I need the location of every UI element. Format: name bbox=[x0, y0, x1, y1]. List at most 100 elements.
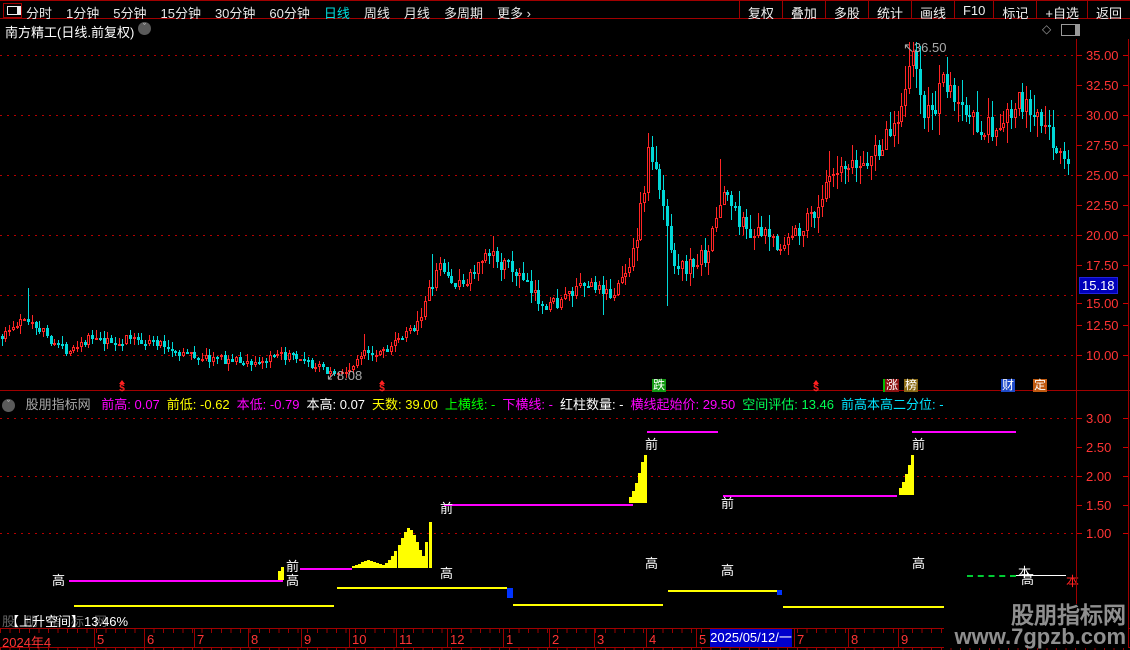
candle-up bbox=[390, 346, 393, 352]
tool-menu-item[interactable]: 叠加 bbox=[781, 1, 825, 21]
candle-down bbox=[1029, 99, 1032, 115]
candle-up bbox=[53, 343, 56, 345]
candle-down bbox=[99, 338, 102, 340]
candle-up bbox=[201, 359, 204, 361]
date-label: 9 bbox=[304, 632, 312, 647]
indicator-text-label: 前 bbox=[912, 437, 926, 452]
candle-down bbox=[776, 236, 779, 250]
signal-marker-dollar[interactable]: $ bbox=[377, 380, 387, 394]
right-axis-line bbox=[1076, 39, 1077, 648]
candle-up bbox=[560, 299, 563, 308]
yellow-histogram-bar bbox=[425, 542, 428, 568]
candle-down bbox=[242, 363, 245, 365]
candle-up bbox=[621, 277, 624, 283]
candle-down bbox=[197, 358, 200, 360]
tool-menu-item[interactable]: 画线 bbox=[910, 1, 954, 21]
candle-down bbox=[734, 206, 737, 208]
candle-up bbox=[80, 342, 83, 347]
axis-tick bbox=[1077, 418, 1082, 419]
window-icon[interactable] bbox=[3, 3, 22, 18]
price-gridline bbox=[0, 175, 1076, 176]
month-tick bbox=[696, 629, 697, 647]
diamond-icon[interactable]: ◇ bbox=[1042, 22, 1051, 36]
tool-menu-item[interactable]: 统计 bbox=[867, 1, 911, 21]
candle-down bbox=[61, 344, 64, 346]
candle-down bbox=[556, 298, 559, 308]
date-label: 5 bbox=[97, 632, 105, 647]
candle-up bbox=[416, 321, 419, 331]
tool-menu-item[interactable]: F10 bbox=[953, 1, 993, 18]
month-tick bbox=[594, 629, 595, 647]
price-axis-label: 12.50 bbox=[1086, 318, 1119, 333]
candle-down bbox=[934, 110, 937, 114]
candle-wick bbox=[572, 287, 573, 307]
candle-up bbox=[424, 301, 427, 317]
dollar-icon: $ bbox=[379, 383, 385, 394]
axis-tick bbox=[1077, 355, 1082, 356]
event-badge[interactable]: 涨 bbox=[883, 379, 900, 392]
candle-down bbox=[961, 102, 964, 105]
indicator-text-label: 高 bbox=[440, 566, 454, 581]
candle-up bbox=[938, 83, 941, 114]
current-high-label: 高 bbox=[1021, 572, 1035, 587]
candle-down bbox=[46, 328, 49, 336]
candle-down bbox=[507, 260, 510, 262]
candle-up bbox=[246, 361, 249, 364]
period-menu: 分时 1分钟 5分钟 15分钟 30分钟 60分钟 日线 周线 月线 多周期 更多 › bbox=[26, 3, 545, 21]
candle-down bbox=[813, 212, 816, 218]
event-badge[interactable]: 榜 bbox=[904, 379, 919, 392]
date-label: 2 bbox=[552, 632, 560, 647]
chevron-down-icon[interactable]: ˇ bbox=[138, 22, 151, 35]
panel-layout-icon[interactable] bbox=[1061, 24, 1080, 36]
candle-down bbox=[386, 349, 389, 352]
axis-tick bbox=[1077, 303, 1082, 304]
prev-high-line bbox=[723, 495, 897, 497]
axis-tick bbox=[1077, 115, 1082, 116]
candle-wick bbox=[308, 357, 309, 367]
main-candlestick-chart[interactable]: 35.00 32.50 30.00 27.50 25.00 22.50 20.00 17.50… bbox=[0, 39, 1130, 394]
candle-up bbox=[549, 302, 552, 310]
candle-down bbox=[768, 229, 771, 237]
price-axis-label: 15.00 bbox=[1086, 296, 1119, 311]
candle-down bbox=[583, 283, 586, 286]
indicator-text-label: 高 bbox=[721, 563, 735, 578]
candle-wick bbox=[860, 156, 861, 184]
candle-wick bbox=[898, 111, 899, 144]
tool-menu-item[interactable]: 返回 bbox=[1086, 1, 1130, 21]
candle-up bbox=[318, 364, 321, 367]
candle-down bbox=[1040, 112, 1043, 126]
candle-up bbox=[125, 335, 128, 344]
month-tick bbox=[349, 629, 350, 647]
month-tick bbox=[396, 629, 397, 647]
indicator-text-label: 前 bbox=[286, 559, 300, 574]
axis-tick bbox=[1077, 265, 1082, 266]
price-axis-label: 22.50 bbox=[1086, 198, 1119, 213]
candle-up bbox=[828, 176, 831, 182]
top-menu-bar: 分时 1分钟 5分钟 15分钟 30分钟 60分钟 日线 周线 月线 多周期 更多 › 复权 叠加 多股… bbox=[0, 0, 1130, 21]
signal-marker-dollar[interactable]: $ bbox=[117, 380, 127, 394]
signal-marker-dollar[interactable]: $ bbox=[811, 380, 821, 394]
selected-date-box: 2025/05/12/一 bbox=[710, 629, 792, 647]
tool-menu-item[interactable]: 标记 bbox=[993, 1, 1036, 21]
candle-down bbox=[303, 359, 306, 361]
low-arrow-icon: ↙ bbox=[326, 369, 337, 384]
candle-down bbox=[443, 263, 446, 272]
event-badge[interactable]: 财 bbox=[1001, 379, 1016, 392]
tool-menu-item[interactable]: 复权 bbox=[738, 1, 782, 21]
prev-high-line bbox=[444, 504, 633, 506]
candle-up bbox=[715, 218, 718, 228]
date-label: 8 bbox=[851, 632, 859, 647]
indicator-axis-label: 3.00 bbox=[1086, 411, 1112, 426]
candle-up bbox=[23, 319, 26, 321]
candle-down bbox=[454, 283, 457, 287]
indicator-text-label: 高 bbox=[645, 556, 659, 571]
price-axis-label: 20.00 bbox=[1086, 228, 1119, 243]
price-axis-label: 27.50 bbox=[1086, 138, 1119, 153]
tool-menu-item[interactable]: +自选 bbox=[1036, 1, 1087, 21]
event-badge[interactable]: 定 bbox=[1033, 379, 1048, 392]
candle-down bbox=[144, 344, 147, 346]
event-badge[interactable]: 跌 bbox=[652, 379, 667, 392]
candle-up bbox=[1059, 151, 1062, 153]
candle-up bbox=[261, 361, 264, 363]
tool-menu-item[interactable]: 多股 bbox=[824, 1, 868, 21]
